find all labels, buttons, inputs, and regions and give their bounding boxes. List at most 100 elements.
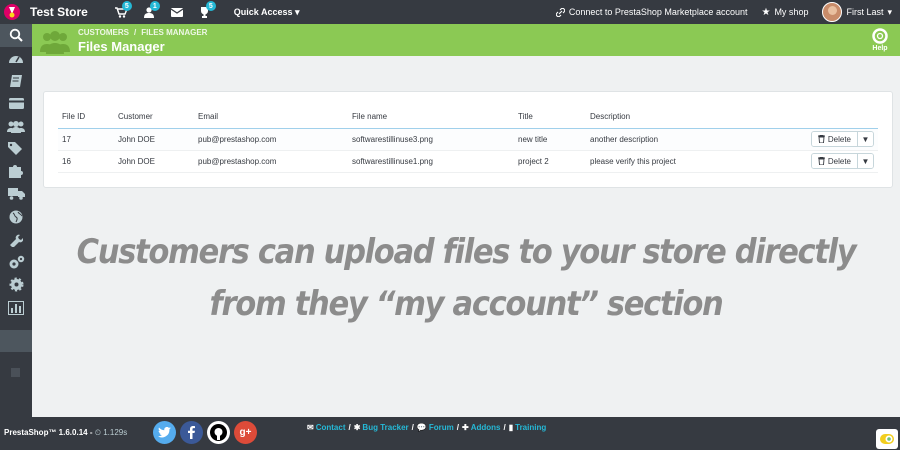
addons-label: Addons [470, 423, 501, 432]
promo-caption-line-2: from they “my account” section [209, 284, 724, 324]
files-table: File ID Customer Email File name Title D… [58, 106, 878, 173]
orders-badge: 5 [121, 1, 132, 11]
link-icon [555, 7, 565, 17]
table-row[interactable]: 17 John DOE pub@prestashop.com softwares… [58, 128, 878, 151]
trophy-notification[interactable]: 5 [192, 0, 218, 24]
toggle-icon[interactable] [876, 429, 898, 449]
column-header[interactable]: File name [348, 106, 514, 129]
column-header[interactable]: Email [194, 106, 348, 129]
book-icon [10, 74, 22, 87]
facebook-icon[interactable] [180, 421, 203, 444]
promo-caption: Customers can upload files to your store… [75, 226, 857, 330]
training-link[interactable]: ▮ Training [509, 423, 547, 432]
store-name[interactable]: Test Store [30, 5, 88, 19]
bar-chart-icon [8, 300, 24, 315]
delete-label: Delete [827, 156, 851, 166]
sidebar-item-dashboard[interactable] [0, 47, 32, 70]
quick-access-label: Quick Access [233, 6, 293, 17]
messages-notification[interactable] [164, 0, 190, 24]
sidebar-item-advanced-parameters[interactable] [0, 251, 32, 274]
cell-description: another description [586, 128, 776, 151]
wrench-icon [10, 234, 23, 247]
puzzle-icon [9, 165, 23, 179]
truck-icon [7, 188, 25, 200]
column-header[interactable]: Description [586, 106, 776, 129]
sidebar-item-stats[interactable] [0, 296, 32, 319]
sidebar-item-price-rules[interactable] [0, 137, 32, 160]
sidebar-item-administration[interactable] [0, 274, 32, 297]
social-links: g+ [153, 421, 257, 444]
tags-icon [8, 141, 22, 155]
forum-label: Forum [428, 423, 454, 432]
sidebar-item-customers[interactable] [0, 115, 32, 138]
orders-notification[interactable]: 5 [108, 0, 134, 24]
column-header-actions [776, 106, 878, 129]
cell-description: please verify this project [586, 150, 776, 173]
row-actions-dropdown[interactable]: ▼ [857, 154, 873, 168]
cogs-icon [9, 255, 24, 269]
cell-email: pub@prestashop.com [194, 128, 348, 151]
contact-link[interactable]: ✉ Contact [307, 423, 345, 432]
customers-notification[interactable]: 1 [136, 0, 162, 24]
breadcrumb-customers[interactable]: CUSTOMERS [78, 28, 129, 37]
sidebar-search[interactable] [0, 24, 32, 47]
page-title: Files Manager [78, 39, 165, 54]
addons-link[interactable]: ✚ Addons [462, 423, 500, 432]
book-icon: ▮ [508, 423, 514, 432]
cell-title: project 2 [514, 150, 586, 173]
credit-card-icon [8, 97, 24, 109]
delete-button[interactable]: Delete [811, 132, 857, 146]
user-menu[interactable]: First Last ▾ [822, 2, 892, 22]
customers-badge: 1 [149, 1, 160, 11]
forum-link[interactable]: 💬 Forum [417, 423, 454, 432]
envelope-icon: ✉ [307, 423, 314, 432]
sidebar-item-catalog[interactable] [0, 69, 32, 92]
sidebar-item-shipping[interactable] [0, 183, 32, 206]
caret-down-icon: ▼ [861, 134, 870, 144]
cell-actions: Delete ▼ [776, 150, 878, 173]
column-header[interactable]: Customer [114, 106, 194, 129]
user-name: First Last [846, 7, 884, 17]
cell-actions: Delete ▼ [776, 128, 878, 151]
help-button[interactable]: Help [868, 28, 892, 52]
row-actions-dropdown[interactable]: ▼ [857, 132, 873, 146]
cell-customer: John DOE [114, 128, 194, 151]
sidebar-item-localization[interactable] [0, 206, 32, 229]
table-row[interactable]: 16 John DOE pub@prestashop.com softwares… [58, 150, 878, 173]
sidebar-collapse-icon[interactable] [11, 368, 20, 377]
connect-marketplace-link[interactable]: Connect to PrestaShop Marketplace accoun… [555, 7, 747, 17]
prestashop-logo-icon[interactable] [0, 0, 24, 24]
breadcrumb-files-manager[interactable]: FILES MANAGER [141, 28, 207, 37]
caret-down-icon: ▾ [887, 6, 892, 17]
sidebar-item-orders[interactable] [0, 92, 32, 115]
cell-title: new title [514, 128, 586, 151]
google-plus-icon[interactable]: g+ [234, 421, 257, 444]
globe-icon [9, 210, 23, 224]
trophy-badge: 5 [205, 1, 216, 11]
cell-file-name: softwarestillinuse3.png [348, 128, 514, 151]
star-icon: ★ [761, 6, 771, 18]
top-navbar: Test Store 5 1 5 Quick Access ▾ Connect … [0, 0, 900, 24]
version-info: PrestaShop™ 1.6.0.14 - ⏲ 1.129s [4, 428, 127, 438]
twitter-icon[interactable] [153, 421, 176, 444]
quick-access-dropdown[interactable]: Quick Access ▾ [234, 7, 300, 18]
cell-file-id: 16 [58, 150, 114, 173]
column-header[interactable]: File ID [58, 106, 114, 129]
my-shop-link[interactable]: ★ My shop [761, 7, 808, 18]
clock-icon: ⏲ [94, 428, 101, 437]
column-header[interactable]: Title [514, 106, 586, 129]
cell-file-id: 17 [58, 128, 114, 151]
sidebar-item-modules[interactable] [0, 160, 32, 183]
gear-icon [9, 277, 23, 292]
trash-icon [817, 135, 825, 143]
breadcrumb: CUSTOMERS / FILES MANAGER [78, 28, 208, 37]
sidebar-active-item[interactable] [0, 330, 32, 352]
caret-down-icon: ▼ [861, 156, 870, 166]
caret-down-icon: ▾ [295, 6, 300, 17]
promo-caption-line-1: Customers can upload files to your store… [76, 232, 857, 272]
bug-tracker-link[interactable]: ✱ Bug Tracker [354, 423, 409, 432]
github-icon[interactable] [207, 421, 230, 444]
lifebuoy-icon [872, 28, 888, 44]
delete-button[interactable]: Delete [811, 154, 857, 168]
sidebar-item-preferences[interactable] [0, 228, 32, 251]
